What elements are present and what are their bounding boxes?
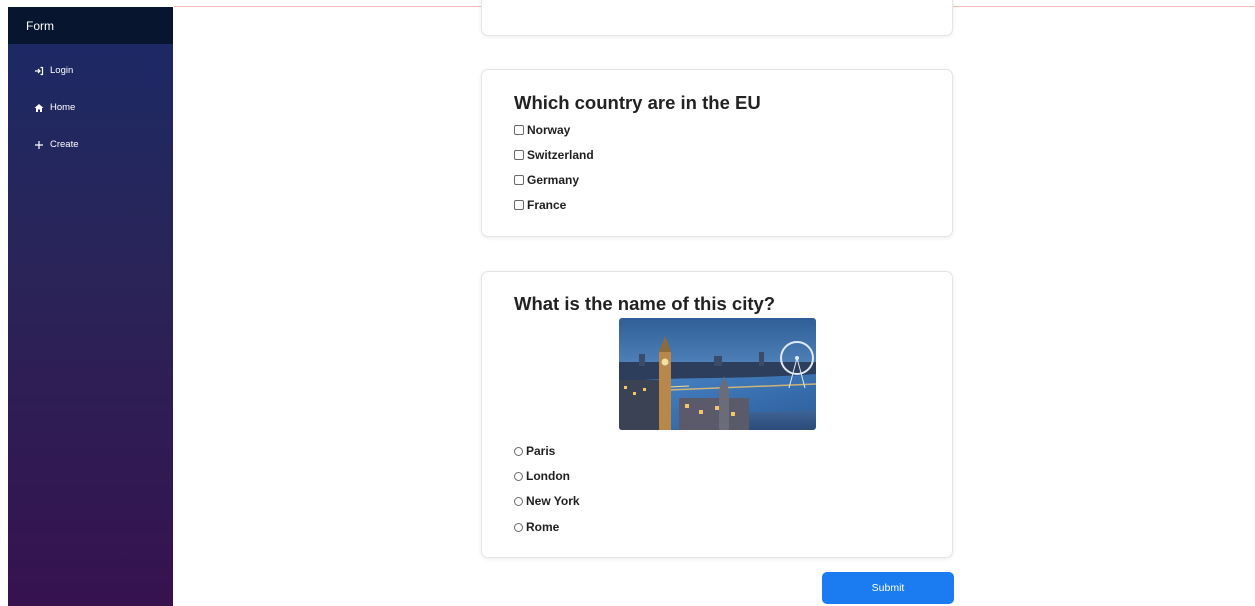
question-card-city: What is the name of this city? Paris Lon… (481, 271, 953, 558)
option-label: France (527, 198, 567, 212)
sidebar-item-login[interactable]: Login (34, 65, 73, 76)
option-label: Paris (526, 444, 556, 458)
radio-option-new-york[interactable]: New York (514, 494, 580, 508)
checkbox[interactable] (514, 125, 524, 135)
submit-button[interactable]: Submit (822, 572, 954, 604)
sidebar-item-label: Home (50, 102, 76, 113)
radio-option-rome[interactable]: Rome (514, 520, 559, 534)
checkbox[interactable] (514, 150, 524, 160)
checkbox-option-france[interactable]: France (514, 198, 566, 212)
sidebar-item-label: Login (50, 65, 74, 76)
option-label: London (526, 469, 570, 483)
sidebar-item-create[interactable]: Create (34, 139, 79, 150)
login-icon (34, 66, 44, 76)
checkbox-option-norway[interactable]: Norway (514, 123, 570, 137)
previous-question-card (481, 0, 953, 36)
checkbox[interactable] (514, 200, 524, 210)
radio-option-london[interactable]: London (514, 469, 570, 483)
london-skyline-image (619, 318, 816, 430)
radio-button[interactable] (514, 496, 523, 506)
checkbox-option-switzerland[interactable]: Switzerland (514, 148, 594, 162)
option-label: Switzerland (527, 148, 594, 162)
radio-button[interactable] (514, 522, 523, 532)
radio-button[interactable] (514, 471, 523, 481)
option-label: Rome (526, 520, 560, 534)
home-icon (34, 103, 44, 113)
option-label: Norway (527, 123, 571, 137)
sidebar-title: Form (8, 7, 173, 44)
question-card-eu: Which country are in the EU Norway Switz… (481, 69, 953, 237)
sidebar: Form Login Home Create (8, 7, 173, 606)
radio-button[interactable] (514, 446, 523, 456)
sidebar-item-label: Create (50, 139, 79, 150)
question-title: What is the name of this city? (514, 293, 776, 314)
checkbox[interactable] (514, 175, 524, 185)
option-label: Germany (527, 173, 580, 187)
sidebar-item-home[interactable]: Home (34, 102, 75, 113)
option-label: New York (526, 494, 580, 508)
checkbox-option-germany[interactable]: Germany (514, 173, 579, 187)
radio-option-paris[interactable]: Paris (514, 444, 555, 458)
plus-icon (34, 140, 44, 150)
question-title: Which country are in the EU (514, 92, 761, 113)
